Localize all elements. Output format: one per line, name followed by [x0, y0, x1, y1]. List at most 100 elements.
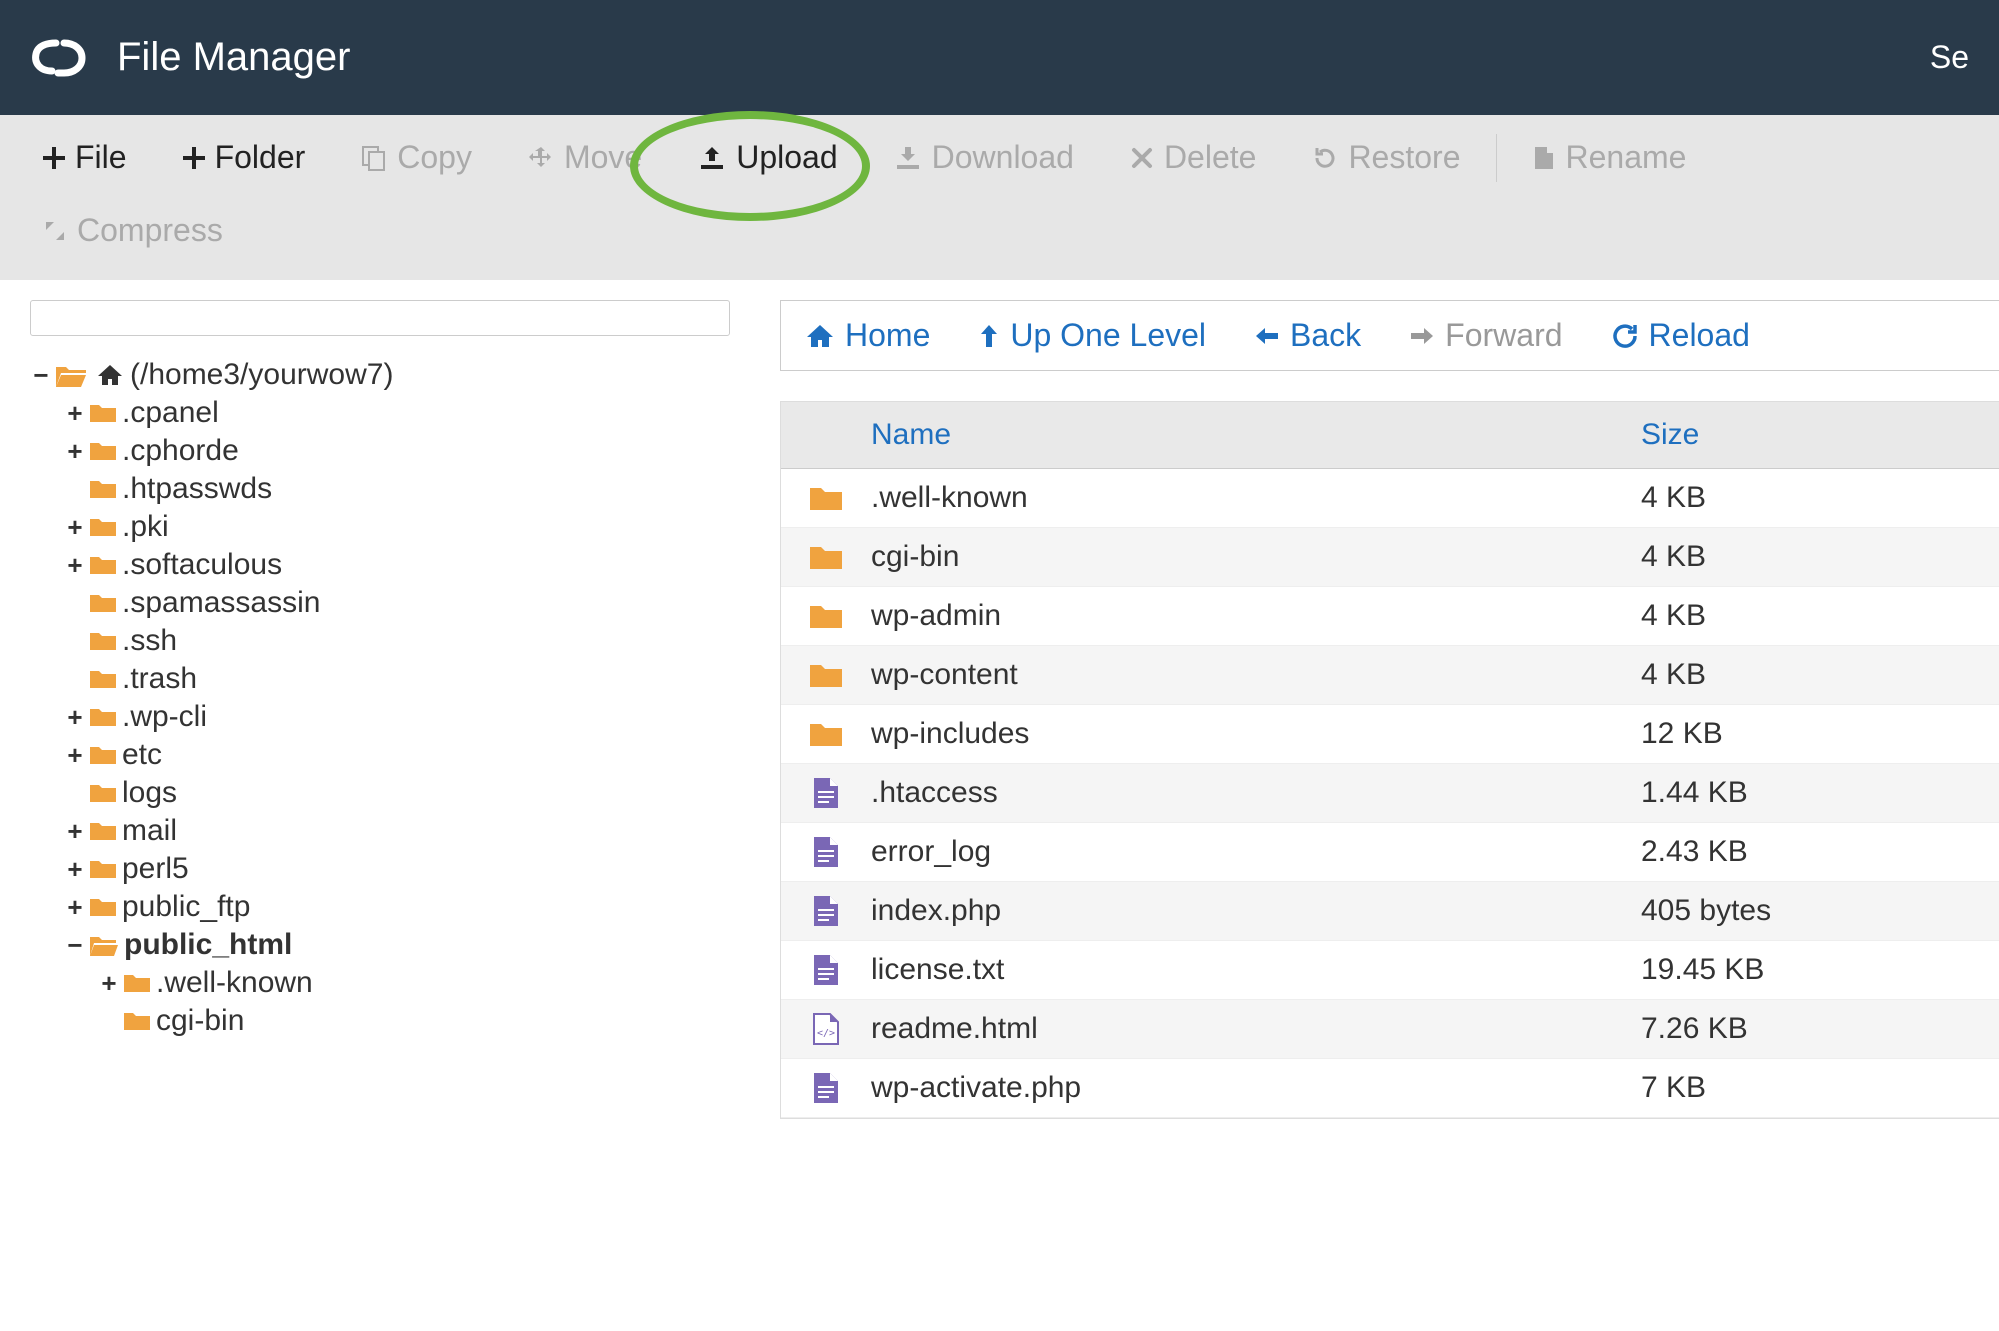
file-name[interactable]: wp-includes	[851, 717, 1641, 751]
tree-item-label[interactable]: .cpanel	[122, 396, 219, 430]
table-row[interactable]: wp-admin4 KB	[781, 587, 1999, 646]
tree-item-label[interactable]: .ssh	[122, 624, 177, 658]
tree-item-label[interactable]: mail	[122, 814, 177, 848]
nav-forward-button[interactable]: Forward	[1409, 317, 1562, 354]
tree-toggle[interactable]: +	[64, 550, 86, 581]
tree-item[interactable]: + mail	[64, 812, 750, 850]
download-button[interactable]: Download	[866, 125, 1102, 190]
compress-button[interactable]: Compress	[15, 198, 251, 263]
file-name[interactable]: cgi-bin	[851, 540, 1641, 574]
tree-item[interactable]: logs	[64, 774, 750, 812]
delete-icon	[1130, 146, 1154, 170]
tree-item[interactable]: .trash	[64, 660, 750, 698]
tree-root-label[interactable]: (/home3/yourwow7)	[130, 358, 393, 392]
copy-button[interactable]: Copy	[333, 125, 500, 190]
tree-item[interactable]: + .cpanel	[64, 394, 750, 432]
tree-toggle[interactable]: +	[64, 702, 86, 733]
tree-toggle[interactable]: +	[64, 854, 86, 885]
file-name[interactable]: .htaccess	[851, 776, 1641, 810]
tree-item[interactable]: + public_ftp	[64, 888, 750, 926]
file-icon	[1533, 145, 1555, 171]
nav-home-button[interactable]: Home	[805, 317, 930, 354]
tree-item[interactable]: + .softaculous	[64, 546, 750, 584]
tree-item[interactable]: .ssh	[64, 622, 750, 660]
file-name[interactable]: wp-activate.php	[851, 1071, 1641, 1105]
tree-item-label[interactable]: etc	[122, 738, 162, 772]
tree-item[interactable]: + .wp-cli	[64, 698, 750, 736]
tree-toggle[interactable]: +	[64, 398, 86, 429]
table-row[interactable]: error_log2.43 KB	[781, 823, 1999, 882]
table-row[interactable]: license.txt19.45 KB	[781, 941, 1999, 1000]
new-folder-button[interactable]: Folder	[155, 125, 334, 190]
tree-item-label[interactable]: .htpasswds	[122, 472, 272, 506]
nav-back-button[interactable]: Back	[1254, 317, 1361, 354]
tree-item-label[interactable]: .softaculous	[122, 548, 282, 582]
path-input[interactable]	[30, 300, 730, 336]
nav-up-button[interactable]: Up One Level	[978, 317, 1206, 354]
table-row[interactable]: .htaccess1.44 KB	[781, 764, 1999, 823]
upload-button[interactable]: Upload	[670, 125, 865, 190]
table-row[interactable]: cgi-bin4 KB	[781, 528, 1999, 587]
new-file-button[interactable]: File	[15, 125, 155, 190]
column-header-size[interactable]: Size	[1641, 418, 1999, 452]
tree-item[interactable]: + .well-known	[98, 964, 750, 1002]
table-row[interactable]: wp-includes12 KB	[781, 705, 1999, 764]
table-row[interactable]: wp-content4 KB	[781, 646, 1999, 705]
delete-button[interactable]: Delete	[1102, 125, 1285, 190]
tree-item[interactable]: + perl5	[64, 850, 750, 888]
file-name[interactable]: readme.html	[851, 1012, 1641, 1046]
rename-button[interactable]: Rename	[1505, 125, 1714, 190]
file-name[interactable]: wp-admin	[851, 599, 1641, 633]
file-name[interactable]: error_log	[851, 835, 1641, 869]
tree-toggle[interactable]: +	[64, 892, 86, 923]
nav-reload-button[interactable]: Reload	[1611, 317, 1750, 354]
file-name[interactable]: .well-known	[851, 481, 1641, 515]
file-size: 19.45 KB	[1641, 953, 1999, 987]
tree-toggle[interactable]: +	[64, 512, 86, 543]
tree-item-label[interactable]: public_ftp	[122, 890, 250, 924]
table-row[interactable]: index.php405 bytes	[781, 882, 1999, 941]
tree-toggle[interactable]: +	[98, 968, 120, 999]
file-name[interactable]: license.txt	[851, 953, 1641, 987]
file-name[interactable]: index.php	[851, 894, 1641, 928]
home-icon	[805, 323, 835, 349]
tree-item[interactable]: + .pki	[64, 508, 750, 546]
tree-item[interactable]: + .cphorde	[64, 432, 750, 470]
tree-item-label[interactable]: .trash	[122, 662, 197, 696]
table-row[interactable]: .well-known4 KB	[781, 469, 1999, 528]
tree-item-label[interactable]: .cphorde	[122, 434, 239, 468]
folder-icon	[90, 858, 116, 880]
tree-item-label[interactable]: .well-known	[156, 966, 313, 1000]
tree-toggle[interactable]: −	[30, 360, 52, 391]
folder-icon	[90, 516, 116, 538]
move-button[interactable]: Move	[500, 125, 670, 190]
folder-icon	[90, 592, 116, 614]
file-size: 7 KB	[1641, 1071, 1999, 1105]
tree-toggle[interactable]: +	[64, 816, 86, 847]
row-icon: </>	[781, 1012, 851, 1046]
tree-toggle[interactable]: +	[64, 740, 86, 771]
app-title: File Manager	[117, 35, 350, 80]
tree-item[interactable]: .spamassassin	[64, 584, 750, 622]
tree-item-label[interactable]: perl5	[122, 852, 189, 886]
tree-toggle[interactable]: +	[64, 436, 86, 467]
file-name[interactable]: wp-content	[851, 658, 1641, 692]
tree-item-label[interactable]: .pki	[122, 510, 169, 544]
tree-item[interactable]: cgi-bin	[98, 1002, 750, 1040]
tree-item-label[interactable]: cgi-bin	[156, 1004, 244, 1038]
cpanel-logo-icon	[30, 37, 92, 79]
tree-item[interactable]: .htpasswds	[64, 470, 750, 508]
table-row[interactable]: wp-activate.php7 KB	[781, 1059, 1999, 1118]
tree-root[interactable]: − (/home3/yourwow7)	[30, 356, 750, 394]
tree-item[interactable]: + etc	[64, 736, 750, 774]
toolbar: File Folder Copy Move Upload Download De…	[0, 115, 1999, 280]
tree-item-label[interactable]: .wp-cli	[122, 700, 207, 734]
tree-toggle[interactable]: −	[64, 930, 86, 961]
tree-item-label[interactable]: public_html	[124, 928, 292, 962]
restore-button[interactable]: Restore	[1284, 125, 1488, 190]
tree-item-public-html[interactable]: − public_html	[64, 926, 750, 964]
table-row[interactable]: </>readme.html7.26 KB	[781, 1000, 1999, 1059]
column-header-name[interactable]: Name	[781, 418, 1641, 452]
tree-item-label[interactable]: logs	[122, 776, 177, 810]
tree-item-label[interactable]: .spamassassin	[122, 586, 320, 620]
